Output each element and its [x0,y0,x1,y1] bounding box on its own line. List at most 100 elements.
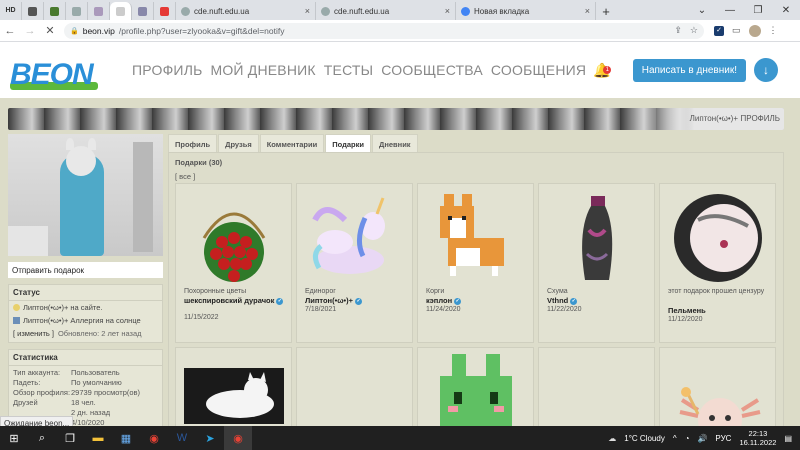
gift-image-flowers[interactable] [184,190,284,286]
browser-tab[interactable]: cde.nuft.edu.ua × [316,2,456,20]
gift-image-vase[interactable] [547,190,647,286]
gift-sender-name[interactable]: Липтон(•ω•)+ [305,296,353,305]
gift-card[interactable]: Единорог Липтон(•ω•)+ ✓ 7/18/2021 [296,183,413,343]
gift-sender-name[interactable]: Vthnd [547,296,568,305]
browser-tab-pinned[interactable] [110,2,132,20]
notifications-icon[interactable]: ▤ [784,434,792,443]
weather-icon[interactable]: ☁ [608,434,616,443]
clock[interactable]: 22:13 16.11.2022 [739,429,776,447]
new-tab-button[interactable]: + [596,2,616,20]
profile-tab[interactable]: Комментарии [259,134,325,152]
write-diary-button[interactable]: Написать в дневник! [632,58,746,82]
gift-image-frog[interactable] [426,354,526,433]
browser-tab-pinned[interactable] [154,2,176,20]
tab-search-icon[interactable]: ⌄ [688,0,716,20]
nav-messages[interactable]: СООБЩЕНИЯ [491,62,586,78]
nav-tests[interactable]: ТЕСТЫ [324,62,373,78]
beon-logo[interactable]: BEON [10,50,98,91]
profile-tab[interactable]: Подарки [325,134,372,152]
profile-avatar[interactable] [748,24,761,37]
gift-card[interactable] [538,347,655,433]
nav-profile[interactable]: ПРОФИЛЬ [132,62,202,78]
language-indicator[interactable]: РУС [715,434,731,443]
sidebar-icon[interactable]: ▭ [732,25,741,36]
close-tab-icon[interactable]: × [305,6,310,16]
send-gift-button[interactable]: Отправить подарок [8,262,163,278]
nav-my-diary[interactable]: МОЙ ДНЕВНИК [210,62,315,78]
gift-image-axolotl[interactable] [668,354,768,433]
gift-card[interactable]: этот подарок прошел цензуру Пельмень 11/12… [659,183,776,343]
minimize-button[interactable]: — [716,0,744,20]
gift-image-empty[interactable] [305,354,405,433]
browser-tab-pinned[interactable]: HD [0,2,22,20]
search-icon[interactable]: ⌕ [28,426,56,450]
forward-button[interactable]: → [20,21,40,41]
chrome-active-icon[interactable]: ◉ [224,426,252,450]
gift-card[interactable]: Схума Vthnd ✓ 11/22/2020 [538,183,655,343]
browser-tab-pinned[interactable] [132,2,154,20]
menu-kebab-icon[interactable]: ⋮ [769,25,778,36]
gift-image-corgi[interactable] [426,190,526,286]
gift-sender[interactable]: Липтон(•ω•)+ ✓ [305,296,363,305]
gift-sender-name[interactable]: Пельмень [668,306,706,315]
gift-card[interactable] [296,347,413,433]
gift-sender[interactable]: кэплон ✓ [426,296,462,305]
gift-sender[interactable]: Vthnd ✓ [547,296,578,305]
url-input[interactable]: 🔒 beon.vip/profile.php?user=zlyooka&v=gi… [64,22,704,39]
task-view-icon[interactable]: ❐ [56,426,84,450]
store-icon[interactable]: ▦ [112,426,140,450]
browser-tab-pinned[interactable] [88,2,110,20]
notifications-bell-icon[interactable]: 🔔 1 [593,62,612,79]
browser-tab-pinned[interactable] [44,2,66,20]
gift-card[interactable] [417,347,534,433]
profile-tab[interactable]: Профиль [168,134,218,152]
share-icon[interactable]: ⇪ [674,25,682,36]
gifts-grid: Похоронные цветы шекспировский дурачок ✓ 11… [175,183,776,433]
gift-card[interactable]: Похоронные цветы шекспировский дурачок ✓ 11… [175,183,292,343]
telegram-icon[interactable]: ➤ [196,426,224,450]
gift-image-empty[interactable] [547,354,647,433]
edit-status-link[interactable]: [ изменить ] [13,329,54,338]
tray-overflow-icon[interactable]: ^ [673,434,677,443]
extension-icon[interactable]: ✓ [714,25,724,36]
stats-value: 18 чел. [71,398,96,407]
gift-image-cat[interactable] [184,354,284,433]
banner-profile-link[interactable]: ПРОФИЛЬ [741,114,780,123]
gift-card[interactable]: КискаLuv A Junkie. You're My... [175,347,292,433]
file-explorer-icon[interactable]: ▬ [84,426,112,450]
profile-tab[interactable]: Друзья [218,134,259,152]
gifts-filter-all[interactable]: [ все ] [175,172,777,181]
scroll-down-button[interactable]: ↓ [754,58,778,82]
maximize-button[interactable]: ❐ [744,0,772,20]
chrome-icon[interactable]: ◉ [140,426,168,450]
bookmark-star-icon[interactable]: ☆ [690,25,698,36]
gift-sender[interactable]: Пельмень [668,306,706,315]
gift-card[interactable]: Корги кэплон ✓ 11/24/2020 [417,183,534,343]
browser-tab[interactable]: cde.nuft.edu.ua × [176,2,316,20]
gift-image-unicorn[interactable] [305,190,405,286]
windows-start-icon[interactable]: ⊞ [0,426,28,450]
gift-card[interactable] [659,347,776,433]
gift-image-anime[interactable] [668,190,768,286]
browser-tab-pinned[interactable] [22,2,44,20]
gift-sender[interactable]: шекспировский дурачок ✓ [184,296,284,305]
gift-sender-name[interactable]: кэплон [426,296,452,305]
close-tab-icon[interactable]: × [445,6,450,16]
stop-button[interactable]: ✕ [40,21,60,41]
gift-sender-name[interactable]: шекспировский дурачок [184,296,274,305]
stats-key: Тип аккаунта: [13,368,61,377]
profile-tab[interactable]: Дневник [372,134,418,152]
weather-text[interactable]: 1°C Cloudy [624,434,665,443]
gift-date: 11/15/2022 [184,314,219,321]
close-window-button[interactable]: ✕ [772,0,800,20]
word-icon[interactable]: W [168,426,196,450]
volume-icon[interactable]: 🔊 [697,434,707,443]
browser-tab-pinned[interactable] [66,2,88,20]
browser-tab[interactable]: Новая вкладка × [456,2,596,20]
banner-username[interactable]: Липтон(•ω•)+ [690,114,738,123]
close-tab-icon[interactable]: × [585,6,590,16]
network-icon[interactable]: ◔ [685,434,690,443]
back-button[interactable]: ← [0,21,20,41]
logo-text: BEON [10,58,94,91]
nav-communities[interactable]: СООБЩЕСТВА [381,62,483,78]
